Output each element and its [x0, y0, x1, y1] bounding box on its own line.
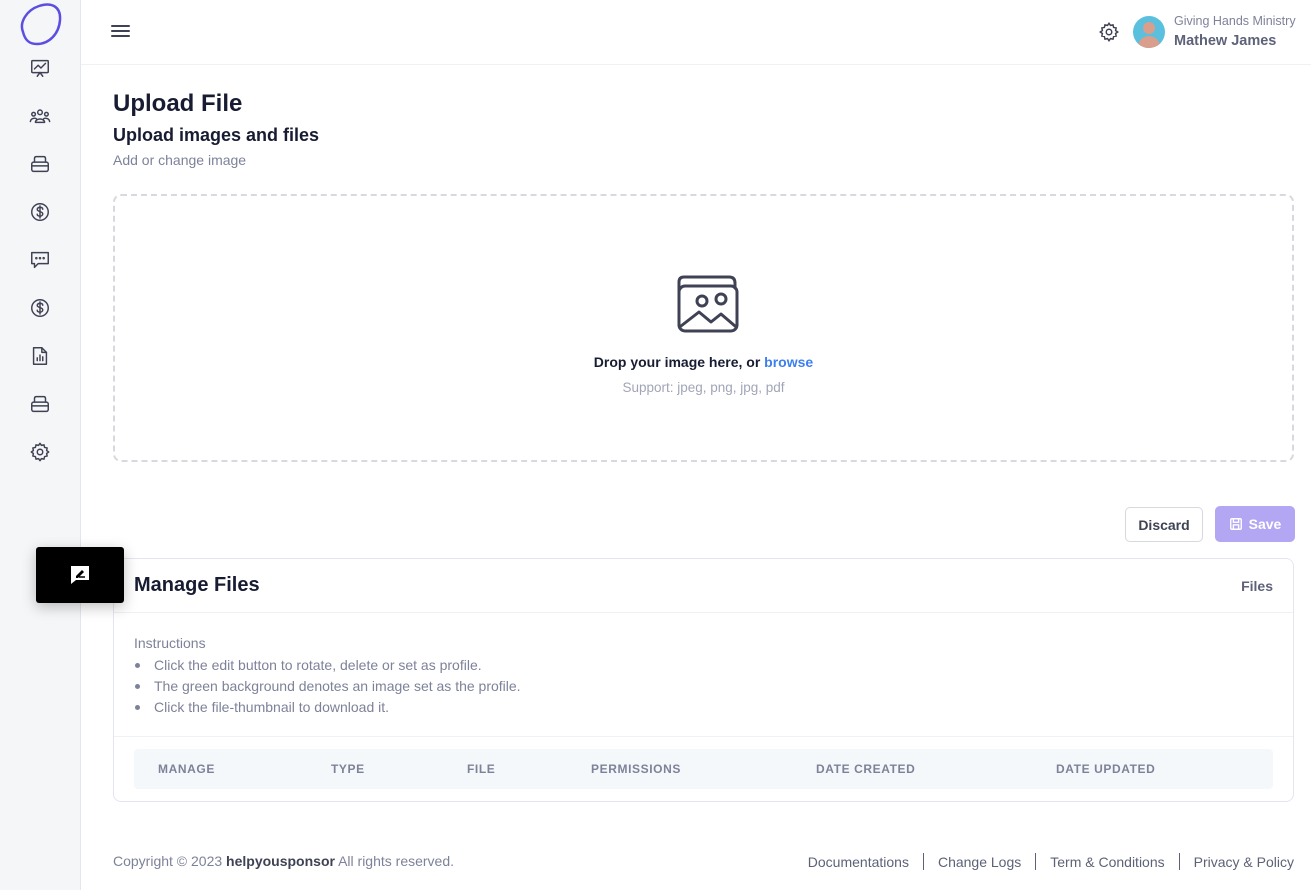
menu-toggle-icon[interactable]	[111, 22, 131, 42]
column-permissions[interactable]: PERMISSIONS	[591, 762, 681, 776]
dropzone-support-text: Support: jpeg, png, jpg, pdf	[622, 380, 785, 395]
instruction-item: Click the edit button to rotate, delete …	[134, 655, 521, 676]
divider	[114, 736, 1293, 737]
feedback-button[interactable]	[36, 547, 124, 603]
instructions-list: Click the edit button to rotate, delete …	[134, 655, 521, 718]
settings-gear-icon[interactable]	[1098, 21, 1120, 43]
save-button-label: Save	[1248, 516, 1282, 532]
report-file-icon[interactable]	[28, 344, 52, 368]
image-upload-icon	[669, 274, 741, 336]
gear-icon[interactable]	[28, 440, 52, 464]
divider	[922, 853, 924, 870]
dropzone-label: Drop your image here, or	[593, 354, 761, 370]
files-table-header: MANAGE TYPE FILE PERMISSIONS DATE CREATE…	[134, 749, 1273, 789]
top-header: Giving Hands Ministry Mathew James	[81, 0, 1311, 65]
link-change-logs[interactable]: Change Logs	[938, 854, 1021, 870]
column-file[interactable]: FILE	[467, 762, 495, 776]
manage-files-card: Manage Files Files Instructions Click th…	[113, 558, 1294, 802]
link-privacy[interactable]: Privacy & Policy	[1194, 854, 1294, 870]
page-title: Upload File	[113, 90, 243, 117]
file-dropzone[interactable]: Drop your image here, or browse Support:…	[113, 194, 1294, 462]
discard-button[interactable]: Discard	[1125, 507, 1203, 542]
card-title: Manage Files	[134, 574, 260, 596]
sidebar	[0, 0, 81, 890]
users-group-icon[interactable]	[28, 104, 52, 128]
section-hint: Add or change image	[113, 152, 247, 168]
link-documentations[interactable]: Documentations	[808, 854, 909, 870]
box-icon[interactable]	[28, 152, 52, 176]
dollar-circle-icon[interactable]	[28, 200, 52, 224]
link-terms[interactable]: Term & Conditions	[1050, 854, 1164, 870]
column-date-updated[interactable]: DATE UPDATED	[1056, 762, 1155, 776]
column-manage[interactable]: MANAGE	[158, 762, 215, 776]
avatar[interactable]	[1133, 16, 1165, 48]
divider	[1035, 853, 1037, 870]
browse-link[interactable]: browse	[764, 354, 813, 370]
divider	[1178, 853, 1180, 870]
column-type[interactable]: TYPE	[331, 762, 365, 776]
chart-line-icon[interactable]	[28, 56, 52, 80]
logo-icon	[20, 3, 62, 46]
section-subtitle: Upload images and files	[113, 125, 320, 145]
message-dots-icon[interactable]	[28, 248, 52, 272]
copyright-suffix: All rights reserved.	[338, 853, 455, 869]
feedback-edit-icon	[71, 566, 89, 584]
instruction-item: Click the file-thumbnail to download it.	[134, 697, 521, 718]
box-icon[interactable]	[28, 392, 52, 416]
brand-name[interactable]: helpyousponsor	[226, 853, 335, 869]
save-disk-icon	[1229, 518, 1242, 530]
instruction-item: The green background denotes an image se…	[134, 676, 521, 697]
instructions-title: Instructions	[134, 635, 206, 651]
column-date-created[interactable]: DATE CREATED	[816, 762, 915, 776]
dropzone-text: Drop your image here, or browse	[115, 354, 1292, 370]
copyright-prefix: Copyright © 2023	[113, 853, 223, 869]
organization-name: Giving Hands Ministry	[1174, 14, 1296, 28]
tab-files[interactable]: Files	[1241, 578, 1273, 594]
save-button[interactable]: Save	[1215, 506, 1295, 542]
footer-copyright: Copyright © 2023 helpyousponsor All righ…	[113, 853, 454, 869]
dollar-circle-icon[interactable]	[28, 296, 52, 320]
logo[interactable]	[17, 2, 63, 46]
card-header: Manage Files Files	[114, 559, 1293, 613]
footer-links: Documentations Change Logs Term & Condit…	[808, 853, 1294, 870]
user-name[interactable]: Mathew James	[1174, 33, 1276, 49]
